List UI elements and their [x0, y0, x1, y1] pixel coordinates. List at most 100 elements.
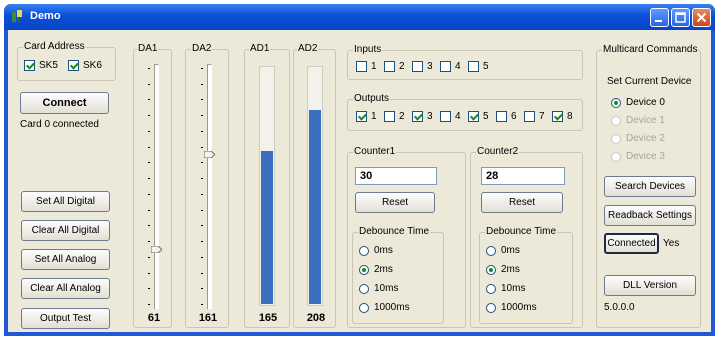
slider-tick	[201, 209, 203, 211]
counter1-value-field[interactable]: 30	[355, 167, 437, 185]
dll-version-button[interactable]: DLL Version	[604, 275, 696, 296]
inputs-checkbox-1[interactable]: 1	[356, 61, 377, 72]
connected-state: Yes	[663, 238, 680, 249]
clear-all-digital-button[interactable]: Clear All Digital	[21, 220, 110, 241]
checkbox-box[interactable]	[468, 61, 479, 72]
slider-tick	[148, 304, 150, 305]
checkbox-box[interactable]	[440, 111, 451, 122]
checkbox-box[interactable]	[24, 60, 35, 71]
radio-circle[interactable]	[611, 97, 621, 108]
outputs-checkbox-5[interactable]: 5	[468, 111, 489, 122]
outputs-checkbox-2[interactable]: 2	[384, 111, 405, 122]
sk5-checkbox[interactable]: SK5	[24, 60, 58, 71]
device-option-0[interactable]: Device 0	[611, 97, 665, 108]
checkbox-box[interactable]	[552, 111, 563, 122]
slider-tick	[201, 178, 203, 180]
outputs-checkbox-4[interactable]: 4	[440, 111, 461, 122]
slider-tick	[148, 288, 150, 290]
outputs-checkbox-8[interactable]: 8	[552, 111, 573, 122]
radio-circle[interactable]	[359, 245, 369, 256]
counter1-debounce-option-label: 10ms	[374, 283, 399, 294]
outputs-checkbox-label: 3	[427, 111, 433, 122]
counter1-reset-button[interactable]: Reset	[355, 192, 435, 213]
ad1-level-bar	[259, 66, 275, 306]
minimize-icon	[655, 20, 662, 22]
checkbox-box[interactable]	[356, 61, 367, 72]
slider-tick	[201, 193, 203, 195]
set-all-digital-button[interactable]: Set All Digital	[21, 191, 110, 212]
da1-slider-thumb[interactable]	[151, 246, 162, 254]
inputs-checkbox-3[interactable]: 3	[412, 61, 433, 72]
checkbox-box[interactable]	[384, 61, 395, 72]
output-test-button[interactable]: Output Test	[21, 308, 110, 329]
checkbox-box[interactable]	[384, 111, 395, 122]
slider-tick	[201, 225, 203, 227]
outputs-checkbox-6[interactable]: 6	[496, 111, 517, 122]
counter1-debounce-option-1[interactable]: 0ms	[359, 245, 393, 256]
radio-circle[interactable]	[486, 283, 496, 294]
counter1-debounce-option-label: 1000ms	[374, 302, 410, 313]
counter2-value-field[interactable]: 28	[481, 167, 565, 185]
set-all-analog-button[interactable]: Set All Analog	[21, 249, 110, 270]
radio-circle[interactable]	[486, 245, 496, 256]
checkbox-box[interactable]	[412, 111, 423, 122]
outputs-checkbox-1[interactable]: 1	[356, 111, 377, 122]
checkbox-box[interactable]	[68, 60, 79, 71]
counter2-legend: Counter2	[476, 146, 520, 157]
clear-all-analog-button[interactable]: Clear All Analog	[21, 278, 110, 299]
inputs-legend: Inputs	[353, 44, 383, 55]
title-bar[interactable]: Demo	[4, 4, 715, 30]
counter1-group: Counter1 30 Reset Debounce Time 0ms 2ms 10…	[347, 146, 466, 328]
inputs-checkbox-label: 1	[371, 61, 377, 72]
inputs-checkbox-2[interactable]: 2	[384, 61, 405, 72]
slider-tick	[201, 241, 203, 243]
da2-slider-track[interactable]	[207, 64, 212, 309]
radio-circle[interactable]	[359, 264, 369, 275]
radio-circle[interactable]	[486, 264, 496, 275]
minimize-button[interactable]	[650, 8, 669, 27]
close-button[interactable]	[692, 8, 711, 27]
card-address-group: Card Address SK5 SK6	[17, 41, 116, 81]
connect-button[interactable]: Connect	[20, 92, 109, 114]
counter2-debounce-option-2[interactable]: 2ms	[486, 264, 520, 275]
outputs-checkbox-label: 1	[371, 111, 377, 122]
inputs-checkbox-5[interactable]: 5	[468, 61, 489, 72]
da2-group: DA2 161	[185, 43, 229, 328]
counter1-debounce-option-4[interactable]: 1000ms	[359, 302, 410, 313]
inputs-checkbox-4[interactable]: 4	[440, 61, 461, 72]
maximize-button[interactable]	[671, 8, 690, 27]
counter2-debounce-option-1[interactable]: 0ms	[486, 245, 520, 256]
sk6-checkbox[interactable]: SK6	[68, 60, 102, 71]
radio-circle	[611, 133, 621, 144]
ad1-level-fill	[261, 150, 273, 304]
slider-tick	[148, 115, 150, 117]
connected-button[interactable]: Connected	[604, 233, 659, 254]
da2-slider-thumb[interactable]	[204, 151, 215, 159]
radio-circle[interactable]	[359, 302, 369, 313]
checkbox-box[interactable]	[412, 61, 423, 72]
maximize-icon	[675, 12, 686, 23]
outputs-checkbox-label: 4	[455, 111, 461, 122]
outputs-checkbox-3[interactable]: 3	[412, 111, 433, 122]
checkbox-box[interactable]	[440, 61, 451, 72]
counter2-reset-button[interactable]: Reset	[481, 192, 563, 213]
checkbox-box[interactable]	[524, 111, 535, 122]
counter2-debounce-option-4[interactable]: 1000ms	[486, 302, 537, 313]
readback-settings-button[interactable]: Readback Settings	[604, 205, 696, 226]
counter2-debounce-option-3[interactable]: 10ms	[486, 283, 525, 294]
outputs-checkbox-label: 7	[539, 111, 545, 122]
slider-tick	[201, 288, 203, 290]
counter1-debounce-option-2[interactable]: 2ms	[359, 264, 393, 275]
card-address-legend: Card Address	[23, 41, 86, 52]
radio-circle[interactable]	[486, 302, 496, 313]
checkbox-box[interactable]	[468, 111, 479, 122]
counter1-debounce-option-3[interactable]: 10ms	[359, 283, 398, 294]
slider-tick	[148, 68, 150, 69]
da1-slider-track[interactable]	[154, 64, 159, 309]
search-devices-button[interactable]: Search Devices	[604, 176, 696, 197]
outputs-checkbox-7[interactable]: 7	[524, 111, 545, 122]
ad1-legend: AD1	[249, 43, 271, 54]
checkbox-box[interactable]	[356, 111, 367, 122]
radio-circle[interactable]	[359, 283, 369, 294]
checkbox-box[interactable]	[496, 111, 507, 122]
